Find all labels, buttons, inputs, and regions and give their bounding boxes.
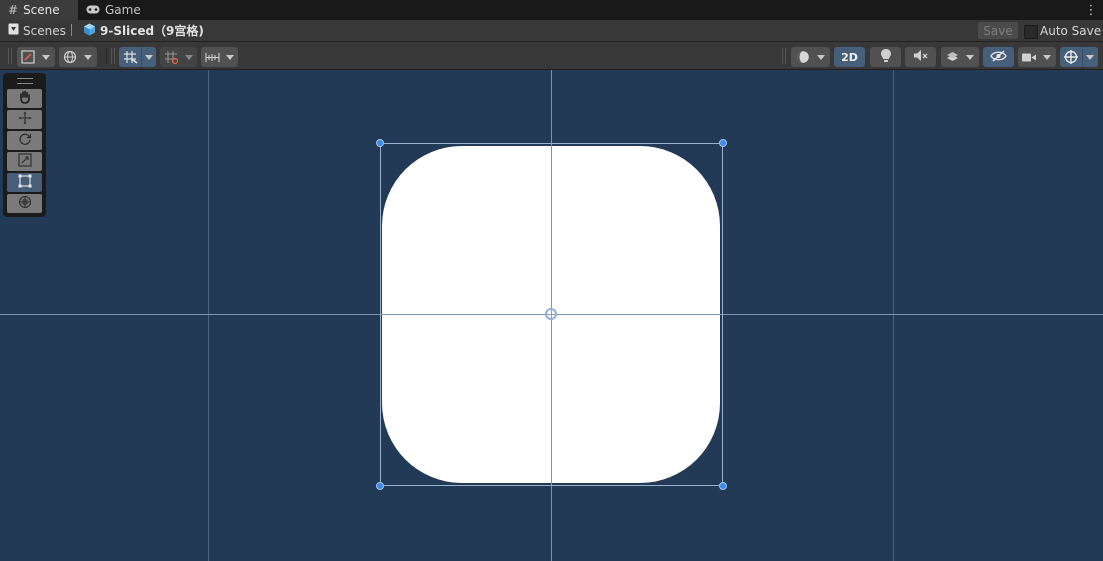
shading-mode-dropdown[interactable] xyxy=(791,47,830,67)
breadcrumb-current[interactable]: 9-Sliced（9宫格) xyxy=(83,20,204,41)
rotate-icon xyxy=(18,132,32,149)
rotate-tool-button[interactable] xyxy=(7,131,42,150)
global-pivot-icon xyxy=(59,47,81,67)
chevron-down-icon xyxy=(141,47,156,67)
grid-line xyxy=(893,70,894,561)
chevron-down-icon xyxy=(814,47,828,67)
chevron-down-icon xyxy=(963,47,977,67)
hand-icon xyxy=(18,90,32,107)
breadcrumb-current-label: 9-Sliced（9宫格) xyxy=(100,24,204,38)
auto-save-label: Auto Save xyxy=(1040,24,1102,38)
grid-line xyxy=(208,70,209,561)
orientation-gizmo-icon xyxy=(17,47,39,67)
effects-icon xyxy=(941,47,963,67)
toolbar-grip xyxy=(782,48,786,64)
audio-toggle[interactable] xyxy=(905,47,936,67)
transform-icon xyxy=(18,195,32,212)
rect-handle-bottom-left[interactable] xyxy=(376,482,384,490)
rect-handle-top-right[interactable] xyxy=(719,139,727,147)
scene-asset-icon xyxy=(8,23,19,38)
visibility-icon xyxy=(990,49,1007,65)
pivot-handle[interactable] xyxy=(545,308,557,320)
chevron-down-icon xyxy=(182,47,196,67)
toolbar-grip xyxy=(8,48,12,64)
ruler-icon xyxy=(201,47,223,67)
chevron-down-icon xyxy=(1040,47,1054,67)
rect-tool-button[interactable] xyxy=(7,173,42,192)
tab-game[interactable]: Game xyxy=(78,0,158,20)
grid-snap-toggle[interactable] xyxy=(119,47,156,67)
grid-increment-icon xyxy=(160,47,182,67)
transform-tool-button[interactable] xyxy=(7,194,42,213)
gizmos-dropdown[interactable] xyxy=(1060,47,1098,67)
scene-viewport[interactable] xyxy=(0,70,1103,561)
breadcrumb-bar: Scenes 9-Sliced（9宫格) Save Auto Save xyxy=(0,20,1103,42)
more-options-icon[interactable]: ⋮ xyxy=(1085,2,1098,18)
2d-toggle[interactable]: 2D xyxy=(834,47,865,67)
tool-palette xyxy=(3,73,46,217)
rect-handle-top-left[interactable] xyxy=(376,139,384,147)
chevron-down-icon xyxy=(223,47,237,67)
tab-game-label: Game xyxy=(105,3,141,17)
hand-tool-button[interactable] xyxy=(7,89,42,108)
toolbar-grip xyxy=(111,48,115,64)
breadcrumb-root-label: Scenes xyxy=(23,23,66,38)
breadcrumb-separator xyxy=(71,24,72,36)
rect-transform-icon xyxy=(18,174,32,191)
scene-visibility-toggle[interactable] xyxy=(983,47,1014,67)
orientation-gizmo-dropdown[interactable] xyxy=(17,47,55,67)
gizmos-icon xyxy=(1060,47,1082,67)
auto-save-checkbox[interactable] xyxy=(1024,25,1038,39)
audio-mute-icon xyxy=(913,49,928,65)
move-arrows-icon xyxy=(18,111,32,128)
scene-toolbar: 2D xyxy=(0,42,1103,70)
editor-tab-bar: # Scene Game ⋮ xyxy=(0,0,1103,20)
grid-increment-dropdown[interactable] xyxy=(160,47,197,67)
hash-icon: # xyxy=(8,3,19,17)
prefab-cube-icon xyxy=(83,23,96,39)
breadcrumb-scenes[interactable]: Scenes xyxy=(8,20,66,41)
shading-mode-icon xyxy=(791,47,814,67)
toolbar-divider xyxy=(106,48,107,64)
effects-dropdown[interactable] xyxy=(941,47,979,67)
scale-icon xyxy=(17,153,32,170)
chevron-down-icon xyxy=(81,47,95,67)
ruler-dropdown[interactable] xyxy=(201,47,238,67)
palette-drag-handle[interactable] xyxy=(17,78,33,84)
scale-tool-button[interactable] xyxy=(7,152,42,171)
chevron-down-icon xyxy=(39,47,53,67)
move-tool-button[interactable] xyxy=(7,110,42,129)
camera-dropdown[interactable] xyxy=(1018,47,1056,67)
chevron-down-icon xyxy=(1082,47,1097,67)
save-button[interactable]: Save xyxy=(978,22,1018,39)
camera-icon xyxy=(1018,47,1040,67)
tab-scene[interactable]: # Scene xyxy=(0,0,78,20)
pivot-rotation-dropdown[interactable] xyxy=(59,47,97,67)
grid-snap-icon xyxy=(119,47,141,67)
gamepad-icon xyxy=(86,3,100,17)
rect-handle-bottom-right[interactable] xyxy=(719,482,727,490)
lighting-icon xyxy=(880,48,892,66)
lighting-toggle[interactable] xyxy=(870,47,901,67)
tab-scene-label: Scene xyxy=(23,3,60,17)
